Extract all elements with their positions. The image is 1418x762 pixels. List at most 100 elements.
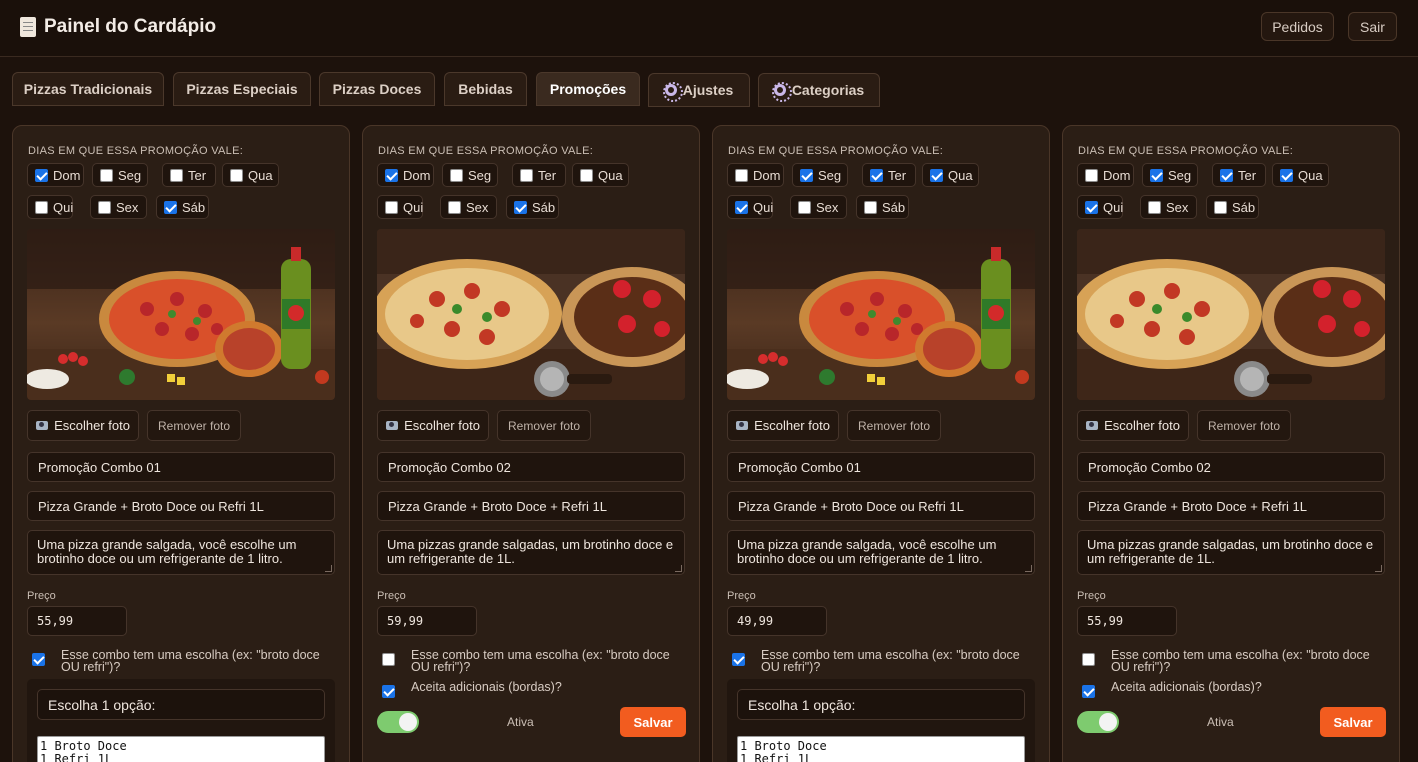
promotion-name-input[interactable]: Promoção Combo 02 xyxy=(377,452,685,482)
choice-title-input[interactable]: Escolha 1 opção: xyxy=(737,689,1025,720)
promotion-description-textarea[interactable]: Uma pizzas grande salgadas, um brotinho … xyxy=(1077,530,1385,575)
day-checkbox[interactable]: Qui xyxy=(727,195,773,219)
checkbox[interactable] xyxy=(1280,168,1293,182)
promotion-name-input[interactable]: Promoção Combo 01 xyxy=(727,452,1035,482)
day-checkbox[interactable]: Qui xyxy=(377,195,423,219)
day-checkbox[interactable]: Ter xyxy=(162,163,216,187)
checkbox[interactable] xyxy=(520,168,533,182)
promotion-description-textarea[interactable]: Uma pizzas grande salgadas, um brotinho … xyxy=(377,530,685,575)
day-checkbox[interactable]: Sáb xyxy=(156,195,209,219)
choose-photo-button[interactable]: Escolher foto xyxy=(1077,410,1189,441)
checkbox[interactable] xyxy=(448,200,461,214)
checkbox[interactable] xyxy=(1085,200,1098,214)
day-checkbox[interactable]: Seg xyxy=(792,163,848,187)
has-choice-option[interactable]: Esse combo tem uma escolha (ex: "broto d… xyxy=(732,649,1041,673)
promotion-name-input[interactable]: Promoção Combo 02 xyxy=(1077,452,1385,482)
day-checkbox[interactable]: Qui xyxy=(27,195,73,219)
day-checkbox[interactable]: Dom xyxy=(1077,163,1134,187)
tab-bebidas[interactable]: Bebidas xyxy=(444,72,527,106)
day-checkbox[interactable]: Seg xyxy=(1142,163,1198,187)
orders-button[interactable]: Pedidos xyxy=(1261,12,1334,41)
resize-handle[interactable] xyxy=(1025,565,1032,572)
resize-handle[interactable] xyxy=(675,565,682,572)
tab-ajustes[interactable]: Ajustes xyxy=(648,73,750,107)
tab-pizzas-especiais[interactable]: Pizzas Especiais xyxy=(173,72,311,106)
has-choice-option[interactable]: Esse combo tem uma escolha (ex: "broto d… xyxy=(1082,649,1391,673)
day-checkbox[interactable]: Dom xyxy=(377,163,434,187)
remove-photo-button[interactable]: Remover foto xyxy=(1197,410,1291,441)
day-checkbox[interactable]: Sex xyxy=(790,195,847,219)
checkbox[interactable] xyxy=(385,200,398,214)
checkbox[interactable] xyxy=(798,200,811,214)
active-toggle[interactable] xyxy=(377,711,419,733)
day-checkbox[interactable]: Ter xyxy=(862,163,916,187)
checkbox[interactable] xyxy=(450,168,463,182)
checkbox[interactable] xyxy=(864,200,877,214)
day-checkbox[interactable]: Qua xyxy=(1272,163,1329,187)
checkbox[interactable] xyxy=(1150,168,1163,182)
day-checkbox[interactable]: Qua xyxy=(922,163,979,187)
choose-photo-button[interactable]: Escolher foto xyxy=(377,410,489,441)
promotion-subtitle-input[interactable]: Pizza Grande + Broto Doce ou Refri 1L xyxy=(27,491,335,521)
accepts-addons-option[interactable]: Aceita adicionais (bordas)? xyxy=(1082,681,1262,698)
remove-photo-button[interactable]: Remover foto xyxy=(147,410,241,441)
checkbox[interactable] xyxy=(100,168,113,182)
day-checkbox[interactable]: Ter xyxy=(1212,163,1266,187)
checkbox[interactable] xyxy=(170,168,183,182)
day-checkbox[interactable]: Ter xyxy=(512,163,566,187)
save-button[interactable]: Salvar xyxy=(620,707,686,737)
checkbox[interactable] xyxy=(164,200,177,214)
price-input[interactable]: 55,99 xyxy=(27,606,127,636)
accepts-addons-checkbox[interactable] xyxy=(1082,685,1095,698)
checkbox[interactable] xyxy=(580,168,593,182)
tab-pizzas-tradicionais[interactable]: Pizzas Tradicionais xyxy=(12,72,164,106)
price-input[interactable]: 59,99 xyxy=(377,606,477,636)
day-checkbox[interactable]: Sáb xyxy=(506,195,559,219)
day-checkbox[interactable]: Seg xyxy=(92,163,148,187)
day-checkbox[interactable]: Sex xyxy=(1140,195,1197,219)
price-input[interactable]: 49,99 xyxy=(727,606,827,636)
checkbox[interactable] xyxy=(230,168,243,182)
checkbox[interactable] xyxy=(735,168,748,182)
resize-handle[interactable] xyxy=(1375,565,1382,572)
logout-button[interactable]: Sair xyxy=(1348,12,1397,41)
checkbox[interactable] xyxy=(35,168,48,182)
accepts-addons-checkbox[interactable] xyxy=(382,685,395,698)
promotion-subtitle-input[interactable]: Pizza Grande + Broto Doce ou Refri 1L xyxy=(727,491,1035,521)
remove-photo-button[interactable]: Remover foto xyxy=(847,410,941,441)
day-checkbox[interactable]: Sáb xyxy=(856,195,909,219)
day-checkbox[interactable]: Sex xyxy=(90,195,147,219)
checkbox[interactable] xyxy=(35,200,48,214)
active-toggle[interactable] xyxy=(1077,711,1119,733)
choice-options-textarea[interactable]: 1 Broto Doce 1 Refri 1L xyxy=(737,736,1025,762)
promotion-name-input[interactable]: Promoção Combo 01 xyxy=(27,452,335,482)
promotion-subtitle-input[interactable]: Pizza Grande + Broto Doce + Refri 1L xyxy=(1077,491,1385,521)
checkbox[interactable] xyxy=(735,200,748,214)
checkbox[interactable] xyxy=(930,168,943,182)
checkbox[interactable] xyxy=(385,168,398,182)
tab-categorias[interactable]: Categorias xyxy=(758,73,880,107)
promotion-description-textarea[interactable]: Uma pizza grande salgada, você escolhe u… xyxy=(727,530,1035,575)
checkbox[interactable] xyxy=(514,200,527,214)
checkbox[interactable] xyxy=(800,168,813,182)
has-choice-option[interactable]: Esse combo tem uma escolha (ex: "broto d… xyxy=(382,649,691,673)
promotion-description-textarea[interactable]: Uma pizza grande salgada, você escolhe u… xyxy=(27,530,335,575)
choose-photo-button[interactable]: Escolher foto xyxy=(27,410,139,441)
checkbox[interactable] xyxy=(1148,200,1161,214)
save-button[interactable]: Salvar xyxy=(1320,707,1386,737)
promotion-subtitle-input[interactable]: Pizza Grande + Broto Doce + Refri 1L xyxy=(377,491,685,521)
choose-photo-button[interactable]: Escolher foto xyxy=(727,410,839,441)
choice-options-textarea[interactable]: 1 Broto Doce 1 Refri 1L xyxy=(37,736,325,762)
choice-title-input[interactable]: Escolha 1 opção: xyxy=(37,689,325,720)
checkbox[interactable] xyxy=(1085,168,1098,182)
day-checkbox[interactable]: Sex xyxy=(440,195,497,219)
day-checkbox[interactable]: Sáb xyxy=(1206,195,1259,219)
accepts-addons-option[interactable]: Aceita adicionais (bordas)? xyxy=(382,681,562,698)
checkbox[interactable] xyxy=(1220,168,1233,182)
has-choice-checkbox[interactable] xyxy=(1082,653,1095,666)
checkbox[interactable] xyxy=(870,168,883,182)
has-choice-checkbox[interactable] xyxy=(382,653,395,666)
day-checkbox[interactable]: Dom xyxy=(27,163,84,187)
day-checkbox[interactable]: Dom xyxy=(727,163,784,187)
tab-promocoes[interactable]: Promoções xyxy=(536,72,640,106)
